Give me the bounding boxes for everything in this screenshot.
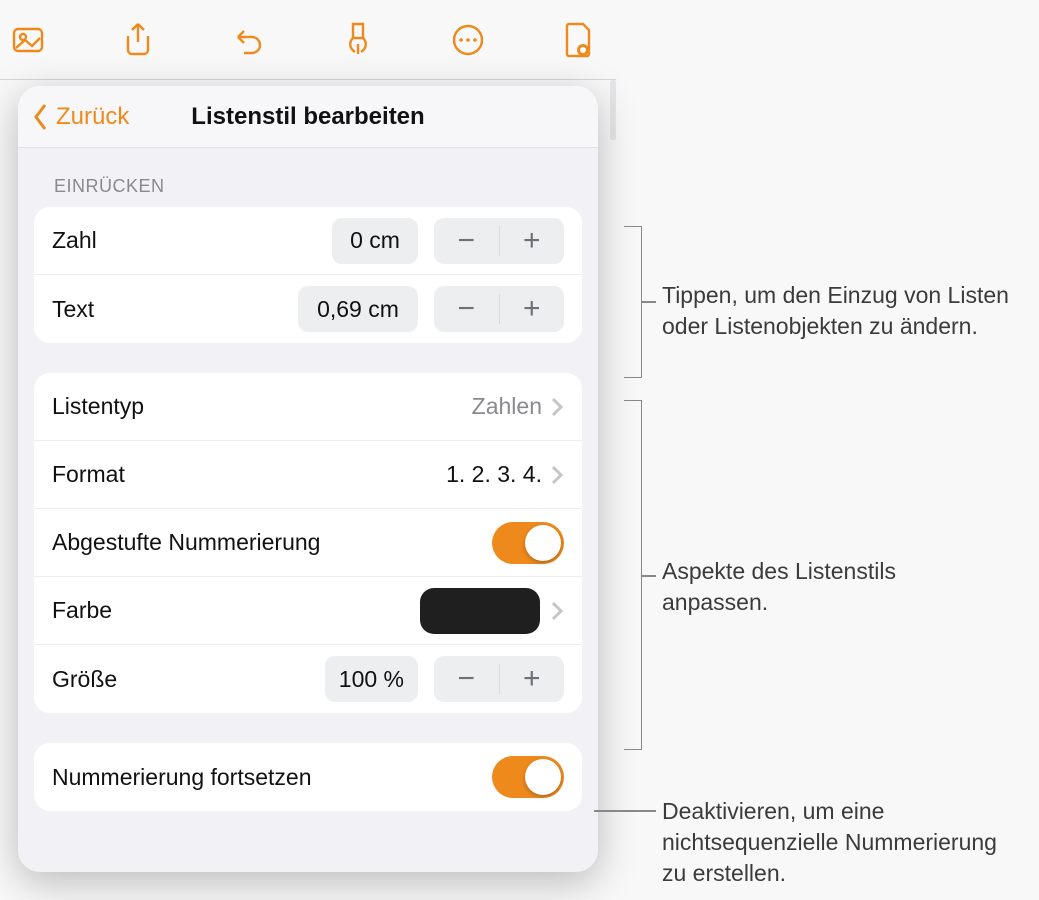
indent-number-row: Zahl 0 cm − + xyxy=(34,207,582,275)
continue-toggle[interactable] xyxy=(492,756,564,798)
undo-icon[interactable] xyxy=(224,16,272,64)
indent-text-minus[interactable]: − xyxy=(434,286,499,332)
callout-lead-2 xyxy=(642,575,656,577)
indent-number-stepper: − + xyxy=(434,218,564,264)
back-label: Zurück xyxy=(56,103,129,131)
callout-bracket-1 xyxy=(624,226,642,378)
indent-text-label: Text xyxy=(52,296,298,323)
color-label: Farbe xyxy=(52,597,420,624)
popover-title: Listenstil bearbeiten xyxy=(191,103,424,131)
popover-header: Zurück Listenstil bearbeiten xyxy=(18,86,598,148)
continue-group: Nummerierung fortsetzen xyxy=(34,743,582,811)
listtype-label: Listentyp xyxy=(52,393,472,420)
size-label: Größe xyxy=(52,666,325,693)
color-row[interactable]: Farbe xyxy=(34,577,582,645)
document-options-icon[interactable] xyxy=(554,16,602,64)
continue-row: Nummerierung fortsetzen xyxy=(34,743,582,811)
callout-text-3: Deaktivieren, um eine nichtsequenzielle … xyxy=(662,796,1022,889)
indent-group: Zahl 0 cm − + Text 0,69 cm − + xyxy=(34,207,582,343)
format-value: 1. 2. 3. 4. xyxy=(446,461,542,488)
tiered-label: Abgestufte Nummerierung xyxy=(52,529,492,556)
format-row[interactable]: Format 1. 2. 3. 4. xyxy=(34,441,582,509)
size-stepper: − + xyxy=(434,656,564,702)
callout-text-1: Tippen, um den Einzug von Listen oder Li… xyxy=(662,280,1022,342)
indent-number-label: Zahl xyxy=(52,227,332,254)
size-value[interactable]: 100 % xyxy=(325,656,418,702)
format-label: Format xyxy=(52,461,446,488)
section-indent-label: Einrücken xyxy=(34,148,582,207)
chevron-right-icon xyxy=(550,601,564,621)
indent-number-plus[interactable]: + xyxy=(500,218,565,264)
format-brush-icon[interactable] xyxy=(334,16,382,64)
size-minus[interactable]: − xyxy=(434,656,499,702)
tiered-row: Abgestufte Nummerierung xyxy=(34,509,582,577)
callout-lead-3 xyxy=(594,810,656,812)
callout-lead-1 xyxy=(642,301,656,303)
callout-text-2: Aspekte des Listenstils anpassen. xyxy=(662,556,982,618)
back-button[interactable]: Zurück xyxy=(30,86,129,148)
indent-text-stepper: − + xyxy=(434,286,564,332)
indent-number-minus[interactable]: − xyxy=(434,218,499,264)
listtype-row[interactable]: Listentyp Zahlen xyxy=(34,373,582,441)
media-icon[interactable] xyxy=(4,16,52,64)
indent-number-value[interactable]: 0 cm xyxy=(332,218,418,264)
toolbar xyxy=(0,0,616,80)
color-swatch[interactable] xyxy=(420,588,540,634)
document-edge-decoration xyxy=(610,80,616,140)
size-plus[interactable]: + xyxy=(500,656,565,702)
size-row: Größe 100 % − + xyxy=(34,645,582,713)
tiered-toggle[interactable] xyxy=(492,522,564,564)
indent-text-value[interactable]: 0,69 cm xyxy=(298,286,418,332)
continue-label: Nummerierung fortsetzen xyxy=(52,764,492,791)
indent-text-plus[interactable]: + xyxy=(500,286,565,332)
list-style-popover: Zurück Listenstil bearbeiten Einrücken Z… xyxy=(18,86,598,872)
indent-text-row: Text 0,69 cm − + xyxy=(34,275,582,343)
chevron-right-icon xyxy=(550,465,564,485)
chevron-right-icon xyxy=(550,397,564,417)
callout-bracket-2 xyxy=(624,400,642,750)
share-icon[interactable] xyxy=(114,16,162,64)
style-group: Listentyp Zahlen Format 1. 2. 3. 4. Abge… xyxy=(34,373,582,713)
more-icon[interactable] xyxy=(444,16,492,64)
listtype-value: Zahlen xyxy=(472,393,542,420)
